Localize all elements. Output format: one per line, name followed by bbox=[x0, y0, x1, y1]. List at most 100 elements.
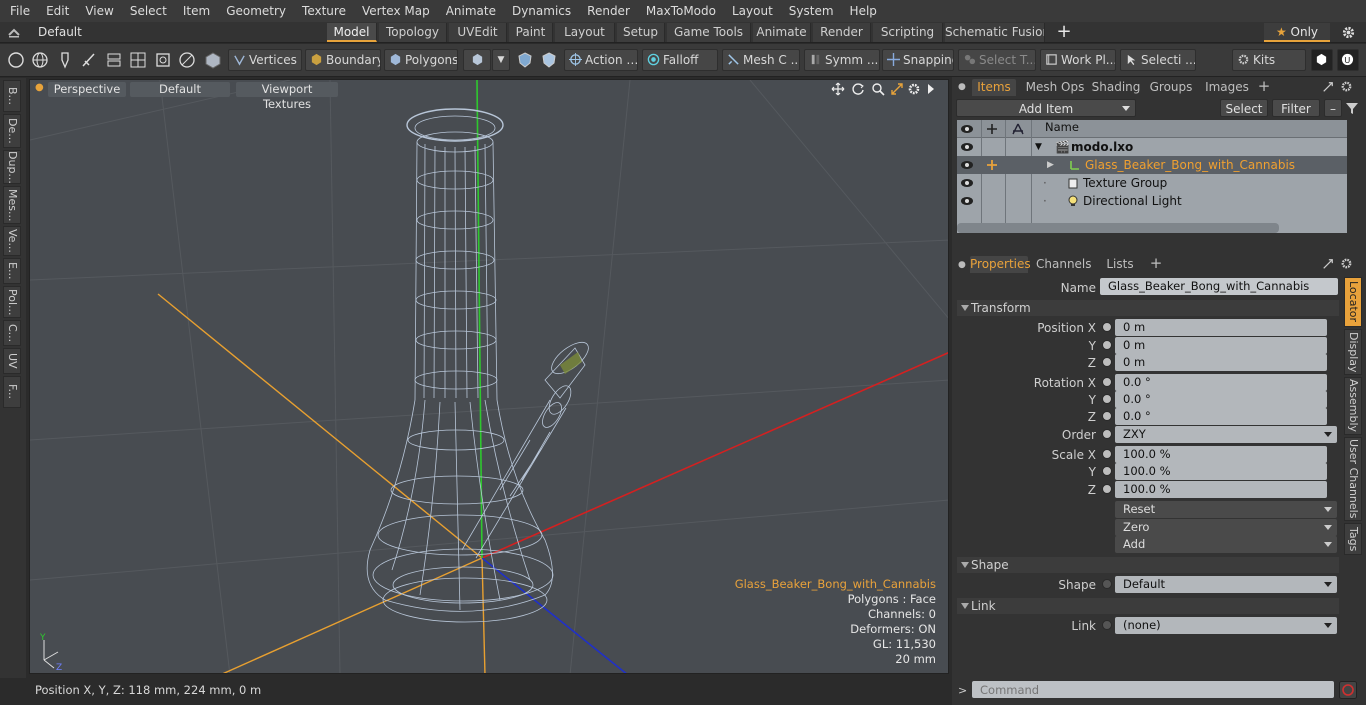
order-keyframe-dot[interactable] bbox=[1102, 429, 1112, 439]
collapsed-triangle-icon[interactable]: ▶ bbox=[1047, 156, 1054, 174]
position-y-field[interactable]: 0 m bbox=[1115, 337, 1327, 354]
link-dropdown[interactable]: (none) bbox=[1115, 617, 1337, 634]
globe-icon[interactable] bbox=[30, 50, 50, 70]
shield-icon[interactable] bbox=[515, 50, 535, 70]
item-mode-button[interactable] bbox=[463, 49, 491, 71]
side-tab-display[interactable]: Display bbox=[1344, 329, 1362, 375]
transform-section[interactable]: Transform bbox=[957, 300, 1339, 316]
zero-dropdown[interactable]: Zero bbox=[1115, 519, 1337, 536]
side-tab-locator[interactable]: Locator bbox=[1344, 277, 1362, 327]
add-dropdown[interactable]: Add bbox=[1115, 536, 1337, 553]
side-tab-tags[interactable]: Tags bbox=[1344, 523, 1362, 555]
menu-layout[interactable]: Layout bbox=[722, 0, 779, 22]
funnel-icon[interactable] bbox=[1345, 101, 1359, 115]
shield-gear-icon[interactable] bbox=[539, 50, 559, 70]
tab-render[interactable]: Render bbox=[813, 23, 871, 42]
selection-sets-button[interactable]: Selecti ... bbox=[1120, 49, 1196, 71]
scale-z-keyframe-dot[interactable] bbox=[1102, 484, 1112, 494]
link-keyframe-dot[interactable] bbox=[1102, 620, 1112, 630]
add-layout-tab-button[interactable]: + bbox=[1055, 22, 1073, 43]
position-y-keyframe-dot[interactable] bbox=[1102, 340, 1112, 350]
pan-icon[interactable] bbox=[831, 82, 845, 96]
horizontal-scrollbar[interactable] bbox=[957, 223, 1279, 233]
3d-viewport[interactable]: Y Z ● Perspective Default Viewport Textu… bbox=[29, 79, 949, 674]
position-x-field[interactable]: 0 m bbox=[1115, 319, 1327, 336]
left-tab-deform[interactable]: De... bbox=[3, 114, 21, 148]
add-props-tab-button[interactable]: + bbox=[1148, 255, 1164, 272]
left-tab-basic[interactable]: B... bbox=[3, 80, 21, 112]
props-menu-dot-icon[interactable]: ● bbox=[958, 260, 966, 270]
position-z-keyframe-dot[interactable] bbox=[1102, 357, 1112, 367]
menu-file[interactable]: File bbox=[0, 0, 36, 22]
name-field[interactable]: Glass_Beaker_Bong_with_Cannabis bbox=[1100, 278, 1338, 295]
viewport-gear-icon[interactable] bbox=[907, 82, 921, 96]
mesh-constraint-button[interactable]: Mesh C ... bbox=[722, 49, 800, 71]
action-center-button[interactable]: Action … bbox=[564, 49, 638, 71]
viewport-textures-button[interactable]: Viewport Textures bbox=[236, 82, 338, 111]
chevron-down-icon[interactable]: ▼ bbox=[492, 49, 510, 71]
tab-groups[interactable]: Groups bbox=[1148, 79, 1194, 96]
tab-setup[interactable]: Setup bbox=[617, 23, 665, 42]
rotation-x-keyframe-dot[interactable] bbox=[1102, 377, 1112, 387]
menu-help[interactable]: Help bbox=[840, 0, 883, 22]
maximize-icon[interactable] bbox=[890, 82, 904, 96]
symmetry-button[interactable]: Symm ... bbox=[804, 49, 880, 71]
boundary-button[interactable]: Boundary bbox=[305, 49, 381, 71]
side-tab-user-channels[interactable]: User Channels bbox=[1344, 437, 1362, 521]
falloff-button[interactable]: Falloff bbox=[642, 49, 718, 71]
slash-circle-icon[interactable] bbox=[177, 50, 197, 70]
scale-x-keyframe-dot[interactable] bbox=[1102, 449, 1112, 459]
rotation-x-field[interactable]: 0.0 ° bbox=[1115, 374, 1327, 391]
left-tab-polygon[interactable]: Pol... bbox=[3, 286, 21, 318]
rotate-icon[interactable] bbox=[851, 82, 865, 96]
side-tab-assembly[interactable]: Assembly bbox=[1344, 377, 1362, 435]
grid-icon[interactable] bbox=[128, 50, 148, 70]
panel-menu-dot-icon[interactable]: ● bbox=[958, 82, 966, 92]
tab-model[interactable]: Model bbox=[327, 23, 377, 42]
menu-system[interactable]: System bbox=[779, 0, 840, 22]
scale-y-field[interactable]: 100.0 % bbox=[1115, 463, 1327, 480]
tab-uvedit[interactable]: UVEdit bbox=[449, 23, 507, 42]
brush-icon[interactable] bbox=[79, 50, 99, 70]
scale-z-field[interactable]: 100.0 % bbox=[1115, 481, 1327, 498]
shape-keyframe-dot[interactable] bbox=[1102, 579, 1112, 589]
menu-texture[interactable]: Texture bbox=[292, 0, 352, 22]
eye-icon[interactable] bbox=[960, 178, 974, 188]
rotation-y-field[interactable]: 0.0 ° bbox=[1115, 391, 1327, 408]
menu-view[interactable]: View bbox=[75, 0, 119, 22]
work-plane-button[interactable]: Work Pl... bbox=[1040, 49, 1116, 71]
only-toggle[interactable]: ★ Only bbox=[1264, 23, 1330, 42]
tab-topology[interactable]: Topology bbox=[379, 23, 447, 42]
select-through-button[interactable]: Select T... bbox=[958, 49, 1036, 71]
list-item[interactable]: ▼ 🎬 modo.lxo bbox=[957, 138, 1347, 156]
modo-logo-button[interactable] bbox=[1311, 49, 1333, 71]
left-tab-mesh-edit[interactable]: Mes... bbox=[3, 186, 21, 224]
zoom-icon[interactable] bbox=[871, 82, 885, 96]
rotation-z-field[interactable]: 0.0 ° bbox=[1115, 408, 1327, 425]
tab-shading[interactable]: Shading bbox=[1090, 79, 1142, 96]
tab-animate[interactable]: Animate bbox=[753, 23, 811, 42]
rotation-y-keyframe-dot[interactable] bbox=[1102, 394, 1112, 404]
layout-menu-icon[interactable] bbox=[8, 27, 20, 38]
eye-icon[interactable] bbox=[960, 124, 974, 134]
order-dropdown[interactable]: ZXY bbox=[1115, 426, 1337, 443]
left-tab-duplicate[interactable]: Dup... bbox=[3, 150, 21, 184]
gear-icon[interactable] bbox=[1341, 25, 1356, 40]
locator-icon[interactable] bbox=[986, 159, 998, 171]
left-tab-edge[interactable]: E... bbox=[3, 258, 21, 284]
shape-dropdown[interactable]: Default bbox=[1115, 576, 1337, 593]
collapse-button[interactable]: – bbox=[1324, 99, 1342, 117]
list-item[interactable]: ▶ Glass_Beaker_Bong_with_Cannabis bbox=[957, 156, 1347, 174]
link-section[interactable]: Link bbox=[957, 598, 1339, 614]
tab-lists[interactable]: Lists bbox=[1100, 256, 1140, 273]
stop-record-icon[interactable] bbox=[1339, 681, 1357, 699]
eye-icon[interactable] bbox=[960, 142, 974, 152]
tab-game-tools[interactable]: Game Tools bbox=[667, 23, 751, 42]
render-type-icon[interactable] bbox=[1011, 123, 1025, 135]
menu-geometry[interactable]: Geometry bbox=[216, 0, 292, 22]
align-icon[interactable] bbox=[104, 50, 124, 70]
unreal-logo-button[interactable]: U bbox=[1337, 49, 1359, 71]
tab-layout[interactable]: Layout bbox=[555, 23, 615, 42]
lock-plus-icon[interactable] bbox=[986, 123, 998, 135]
pen-icon[interactable] bbox=[55, 50, 75, 70]
